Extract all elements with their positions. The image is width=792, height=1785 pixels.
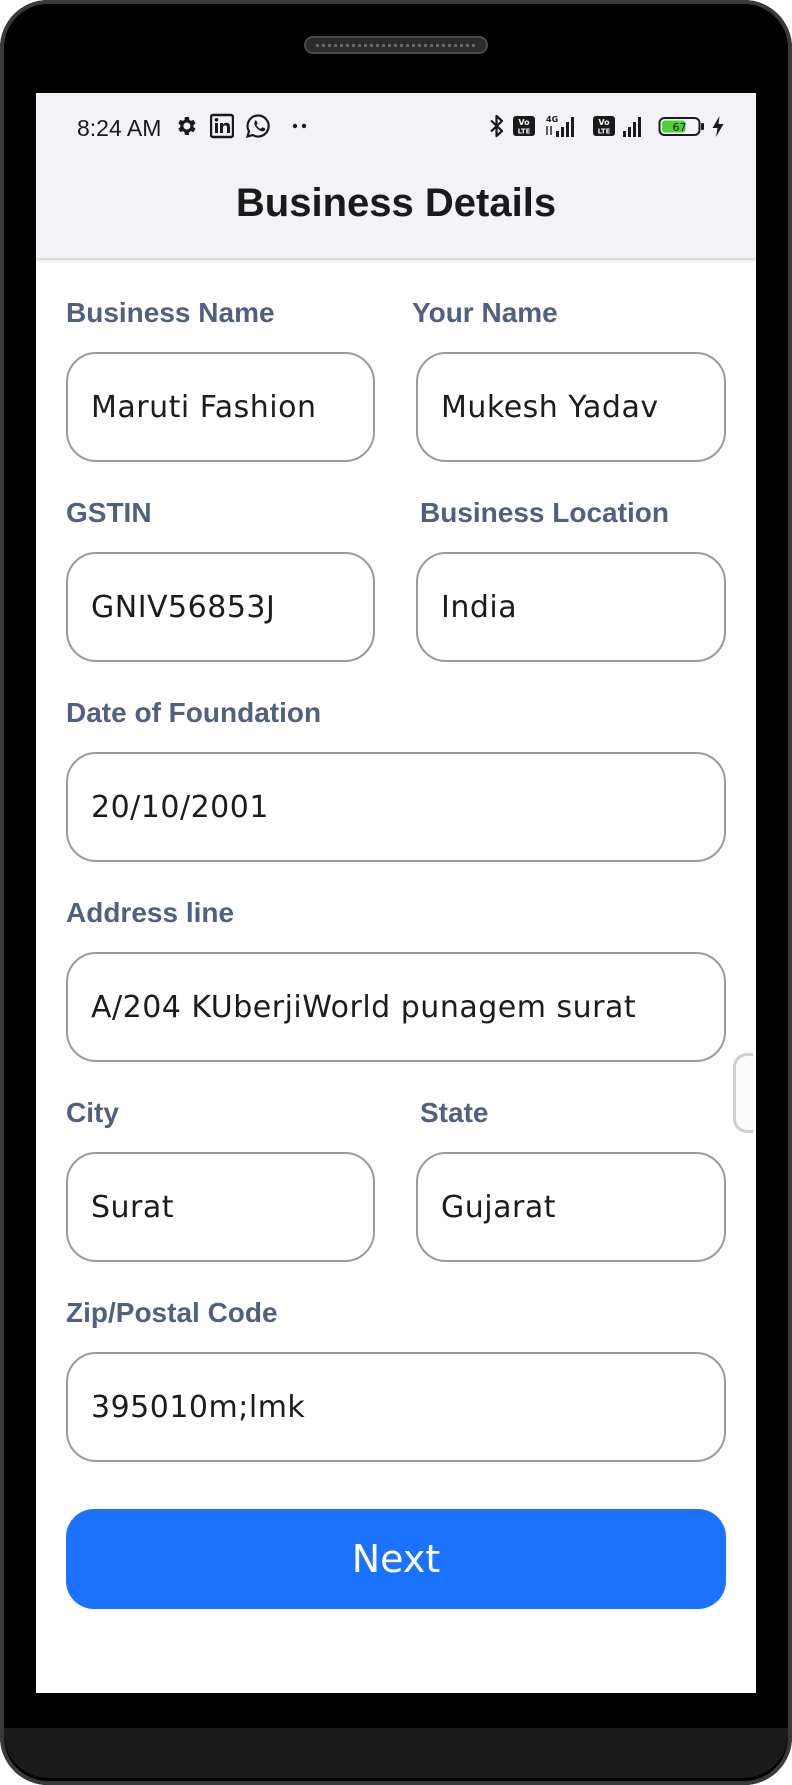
phone-chin bbox=[4, 1728, 788, 1778]
settings-icon bbox=[178, 117, 196, 135]
state-field[interactable] bbox=[416, 1152, 726, 1262]
zip-code-label: Zip/Postal Code bbox=[66, 1297, 278, 1328]
charging-icon bbox=[712, 116, 724, 137]
signal-4g-icon: 4G bbox=[546, 115, 574, 137]
whatsapp-icon bbox=[245, 114, 270, 139]
gstin-field[interactable] bbox=[66, 552, 375, 662]
business-name-label: Business Name bbox=[66, 297, 275, 328]
svg-text:LTE: LTE bbox=[598, 128, 611, 136]
svg-text:4G: 4G bbox=[546, 115, 558, 124]
status-time: 8:24 AM bbox=[77, 115, 162, 141]
phone-frame: 8:24 AM Vo LTE 4G Vo LTE 67 Business Det… bbox=[0, 0, 792, 1785]
state-label: State bbox=[420, 1097, 489, 1128]
date-of-foundation-field[interactable] bbox=[66, 752, 726, 862]
address-line-field[interactable] bbox=[66, 952, 726, 1062]
address-line-input[interactable] bbox=[91, 989, 724, 1025]
status-bar: 8:24 AM Vo LTE 4G Vo LTE 67 bbox=[36, 93, 756, 157]
volte-icon: Vo LTE bbox=[513, 116, 535, 136]
svg-text:LTE: LTE bbox=[518, 128, 531, 136]
svg-text:Vo: Vo bbox=[598, 118, 610, 127]
gstin-label: GSTIN bbox=[66, 497, 152, 528]
zip-code-field[interactable] bbox=[66, 1352, 726, 1462]
your-name-input[interactable] bbox=[441, 389, 724, 425]
business-name-field[interactable] bbox=[66, 352, 375, 462]
your-name-field[interactable] bbox=[416, 352, 726, 462]
date-of-foundation-label: Date of Foundation bbox=[66, 697, 322, 728]
city-field[interactable] bbox=[66, 1152, 375, 1262]
next-button[interactable]: Next bbox=[66, 1509, 726, 1609]
date-of-foundation-input[interactable] bbox=[91, 789, 724, 825]
city-input[interactable] bbox=[91, 1189, 373, 1225]
signal-icon bbox=[623, 117, 641, 137]
business-name-input[interactable] bbox=[91, 389, 373, 425]
bluetooth-icon bbox=[490, 114, 504, 138]
city-label: City bbox=[66, 1097, 119, 1128]
address-line-label: Address line bbox=[66, 897, 235, 928]
gstin-input[interactable] bbox=[91, 589, 373, 625]
edge-panel-handle[interactable] bbox=[733, 1053, 753, 1133]
app-bar: 8:24 AM Vo LTE 4G Vo LTE 67 Business Det… bbox=[36, 93, 756, 260]
battery-level: 67 bbox=[673, 121, 687, 134]
speaker-grille bbox=[304, 36, 488, 54]
more-dots-icon bbox=[292, 123, 307, 129]
your-name-label: Your Name bbox=[412, 297, 558, 328]
linkedin-icon bbox=[210, 113, 234, 139]
volte-icon: Vo LTE bbox=[593, 116, 615, 136]
app-screen: 8:24 AM Vo LTE 4G Vo LTE 67 Business Det… bbox=[36, 93, 756, 1693]
business-location-label: Business Location bbox=[420, 497, 669, 528]
battery-icon: 67 bbox=[658, 117, 704, 136]
svg-text:Vo: Vo bbox=[518, 118, 530, 127]
business-location-field[interactable] bbox=[416, 552, 726, 662]
page-title: Business Details bbox=[235, 181, 557, 225]
zip-code-input[interactable] bbox=[91, 1389, 724, 1425]
state-input[interactable] bbox=[441, 1189, 724, 1225]
business-location-input[interactable] bbox=[441, 589, 724, 625]
